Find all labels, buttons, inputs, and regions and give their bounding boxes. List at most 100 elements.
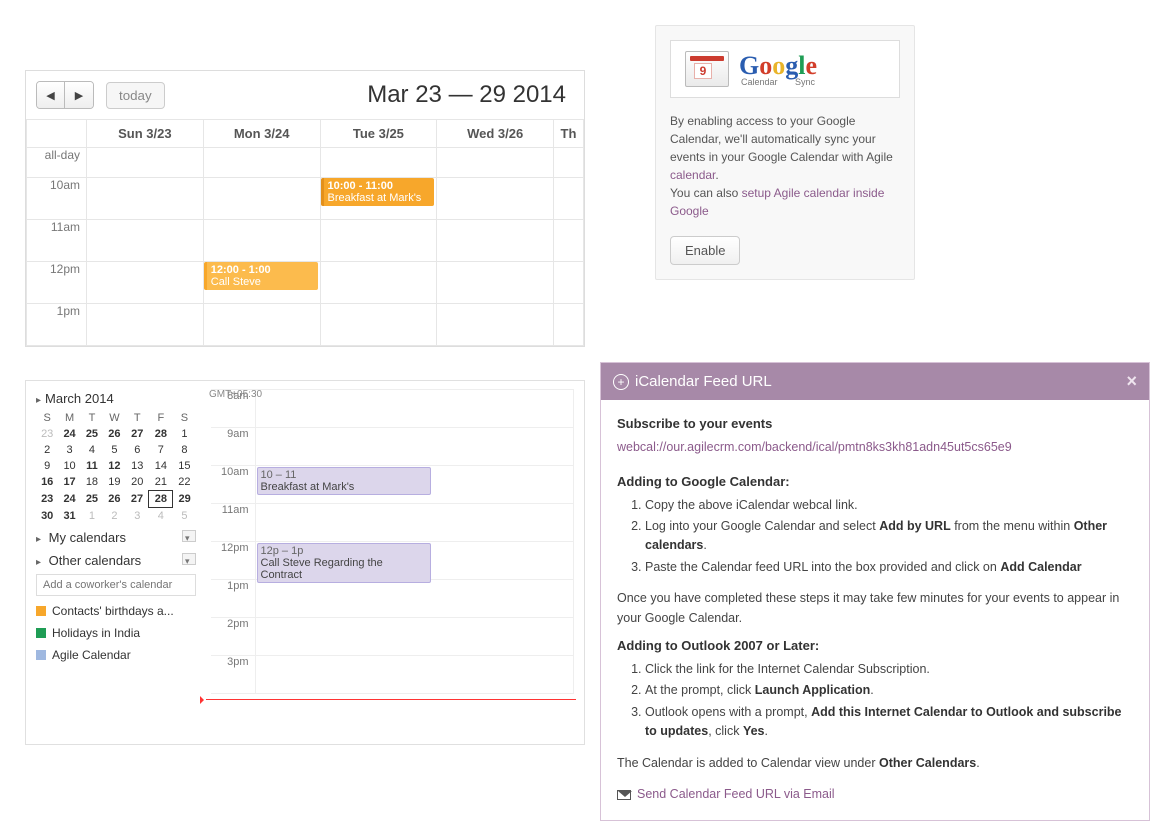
mini-day[interactable]: 2: [103, 508, 126, 525]
mini-day[interactable]: 15: [173, 458, 196, 474]
mini-day[interactable]: 9: [36, 458, 58, 474]
add-coworker-input[interactable]: [36, 574, 196, 596]
prev-week-button[interactable]: ◀: [37, 82, 65, 108]
calendar-item[interactable]: Contacts' birthdays a...: [36, 600, 196, 622]
google-calendar-ui: March 2014 SMTWTFS 232425262728123456789…: [25, 380, 585, 745]
event-time: 12:00 - 1:00: [211, 264, 314, 276]
hour-slot[interactable]: [255, 428, 574, 466]
mini-day[interactable]: 3: [58, 442, 80, 458]
ical-feed-panel: + iCalendar Feed URL × Subscribe to your…: [600, 362, 1150, 821]
week-toolbar: ◀ ▶ today Mar 23 — 29 2014: [26, 71, 584, 119]
hour-slot[interactable]: [255, 656, 574, 694]
close-icon[interactable]: ×: [1126, 371, 1137, 392]
mini-month-title[interactable]: March 2014: [36, 389, 196, 410]
mini-day[interactable]: 25: [81, 491, 103, 508]
hour-label: 11am: [27, 220, 87, 262]
mini-day[interactable]: 26: [103, 491, 126, 508]
google-steps-heading: Adding to Google Calendar:: [617, 472, 1133, 492]
mini-day[interactable]: 23: [36, 491, 58, 508]
subscribe-heading: Subscribe to your events: [617, 414, 1133, 434]
mini-day[interactable]: 18: [81, 474, 103, 491]
mini-day[interactable]: 5: [103, 442, 126, 458]
hour-slot[interactable]: [255, 580, 574, 618]
mini-day[interactable]: 28: [149, 491, 173, 508]
allday-label: all-day: [27, 148, 87, 178]
mini-day[interactable]: 10: [58, 458, 80, 474]
hour-slot[interactable]: [255, 618, 574, 656]
mini-day[interactable]: 13: [126, 458, 149, 474]
mini-day[interactable]: 26: [103, 426, 126, 442]
mail-icon: [617, 790, 631, 800]
now-indicator: [206, 699, 576, 700]
ical-body: Subscribe to your events webcal://our.ag…: [601, 400, 1149, 820]
mini-day[interactable]: 30: [36, 508, 58, 525]
step-item: Paste the Calendar feed URL into the box…: [645, 558, 1133, 577]
event-title: Breakfast at Mark's: [328, 192, 431, 204]
other-calendars-section[interactable]: Other calendars: [36, 547, 196, 570]
week-nav-group: ◀ ▶: [36, 81, 94, 109]
sync-description: By enabling access to your Google Calend…: [670, 112, 900, 220]
next-week-button[interactable]: ▶: [65, 82, 93, 108]
mini-day[interactable]: 24: [58, 426, 80, 442]
mini-day[interactable]: 4: [81, 442, 103, 458]
mini-day[interactable]: 14: [149, 458, 173, 474]
mini-day[interactable]: 8: [173, 442, 196, 458]
mini-day[interactable]: 21: [149, 474, 173, 491]
week-title: Mar 23 — 29 2014: [367, 81, 574, 109]
mini-day[interactable]: 16: [36, 474, 58, 491]
mini-day[interactable]: 1: [173, 426, 196, 442]
mini-day[interactable]: 12: [103, 458, 126, 474]
section-menu-icon[interactable]: [182, 530, 196, 542]
hour-label: 10am: [211, 466, 255, 504]
mini-day[interactable]: 28: [149, 426, 173, 442]
dow-label: T: [126, 410, 149, 426]
section-label: Other calendars: [49, 553, 142, 568]
calendar-item[interactable]: Agile Calendar: [36, 644, 196, 666]
dow-label: M: [58, 410, 80, 426]
mini-day[interactable]: 1: [81, 508, 103, 525]
hour-slot[interactable]: 12p – 1pCall Steve Regarding the Contrac…: [255, 542, 574, 580]
mini-day[interactable]: 7: [149, 442, 173, 458]
mini-day[interactable]: 19: [103, 474, 126, 491]
mini-day[interactable]: 23: [36, 426, 58, 442]
mini-day[interactable]: 29: [173, 491, 196, 508]
hour-slot[interactable]: [255, 390, 574, 428]
mini-day[interactable]: 24: [58, 491, 80, 508]
day-header: Sun 3/23: [87, 120, 204, 148]
mini-day[interactable]: 25: [81, 426, 103, 442]
mini-day[interactable]: 27: [126, 426, 149, 442]
webcal-url[interactable]: webcal://our.agilecrm.com/backend/ical/p…: [617, 438, 1133, 457]
ical-header: + iCalendar Feed URL ×: [601, 363, 1149, 400]
send-feed-email-link[interactable]: Send Calendar Feed URL via Email: [617, 785, 835, 804]
mini-day[interactable]: 31: [58, 508, 80, 525]
calendar-color-swatch: [36, 606, 46, 616]
mini-day[interactable]: 27: [126, 491, 149, 508]
hour-slot[interactable]: [255, 504, 574, 542]
section-menu-icon[interactable]: [182, 553, 196, 565]
mini-day[interactable]: 2: [36, 442, 58, 458]
mini-day[interactable]: 11: [81, 458, 103, 474]
week-calendar: ◀ ▶ today Mar 23 — 29 2014 Sun 3/23 Mon …: [25, 70, 585, 347]
logo-sub-right: Sync: [795, 77, 815, 87]
mini-day[interactable]: 17: [58, 474, 80, 491]
day-header: Mon 3/24: [203, 120, 320, 148]
mini-day[interactable]: 4: [149, 508, 173, 525]
enable-button[interactable]: Enable: [670, 236, 740, 265]
my-calendars-section[interactable]: My calendars: [36, 524, 196, 547]
event-call[interactable]: 12:00 - 1:00 Call Steve: [204, 262, 318, 290]
event-time: 10:00 - 11:00: [328, 180, 431, 192]
today-button[interactable]: today: [106, 82, 165, 109]
week-grid: Sun 3/23 Mon 3/24 Tue 3/25 Wed 3/26 Th a…: [26, 119, 584, 346]
event-breakfast[interactable]: 10 – 11Breakfast at Mark's: [257, 467, 432, 495]
day-header: Th: [554, 120, 584, 148]
hour-slot[interactable]: 10 – 11Breakfast at Mark's: [255, 466, 574, 504]
calendar-link[interactable]: calendar: [670, 168, 715, 182]
mini-day[interactable]: 5: [173, 508, 196, 525]
mini-day[interactable]: 20: [126, 474, 149, 491]
event-call[interactable]: 12p – 1pCall Steve Regarding the Contrac…: [257, 543, 432, 583]
calendar-item[interactable]: Holidays in India: [36, 622, 196, 644]
mini-day[interactable]: 3: [126, 508, 149, 525]
event-breakfast[interactable]: 10:00 - 11:00 Breakfast at Mark's: [321, 178, 435, 206]
mini-day[interactable]: 6: [126, 442, 149, 458]
mini-day[interactable]: 22: [173, 474, 196, 491]
